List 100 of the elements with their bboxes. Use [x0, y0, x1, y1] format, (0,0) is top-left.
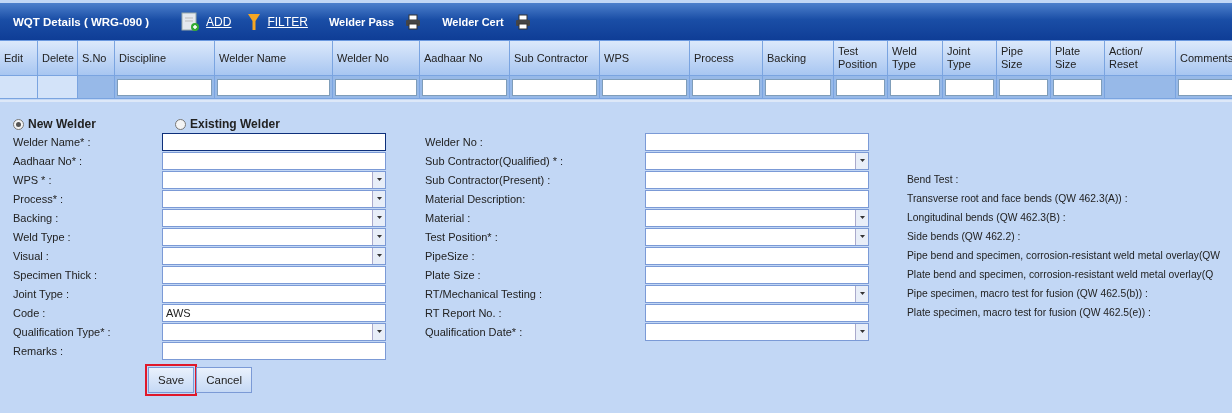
bend-test-label: Pipe specimen, macro test for fusion (QW 462.5(b)) :: [907, 287, 1149, 301]
field-label: Test Position* :: [425, 230, 499, 243]
dropdown[interactable]: [162, 246, 386, 265]
caret-icon[interactable]: [372, 228, 385, 245]
text-field[interactable]: [162, 284, 386, 303]
filter-field[interactable]: [1053, 78, 1102, 96]
report-label: Welder Cert: [442, 15, 504, 28]
caret-icon[interactable]: [855, 152, 868, 169]
bend-test-label: Transverse root and face bends (QW 462.3(A)) :: [907, 192, 1129, 206]
text-field[interactable]: [645, 265, 869, 284]
dropdown[interactable]: [645, 227, 869, 246]
column-header[interactable]: WPS: [600, 41, 690, 76]
dropdown[interactable]: [645, 208, 869, 227]
filter-field[interactable]: [945, 78, 994, 96]
filter-field[interactable]: [836, 78, 885, 96]
field-label: Sub Contractor(Qualified) * :: [425, 154, 565, 167]
caret-icon[interactable]: [855, 285, 868, 302]
printer-icon[interactable]: [405, 13, 422, 30]
column-header[interactable]: Comments: [1176, 41, 1232, 76]
radio-option[interactable]: New Welder: [13, 117, 175, 131]
field-label: Specimen Thick :: [13, 268, 99, 281]
bend-test-label: Pipe bend and specimen, corrosion-resistant weld metal overlay(QW: [907, 249, 1221, 263]
filter-link[interactable]: FILTER: [267, 14, 308, 29]
field-label: Qualification Type* :: [13, 325, 112, 338]
dropdown[interactable]: [162, 208, 386, 227]
dropdown[interactable]: [162, 322, 386, 341]
caret-icon[interactable]: [855, 209, 868, 226]
column-header[interactable]: Discipline: [115, 41, 215, 76]
column-header[interactable]: Plate Size: [1051, 41, 1105, 76]
filter-field[interactable]: [217, 78, 330, 96]
field-label: Joint Type :: [13, 287, 71, 300]
dropdown[interactable]: [645, 151, 869, 170]
field-label: Code :: [13, 306, 47, 319]
caret-icon[interactable]: [855, 228, 868, 245]
field-label: Weld Type :: [13, 230, 72, 243]
caret-icon[interactable]: [372, 190, 385, 207]
column-header[interactable]: Test Position: [834, 41, 888, 76]
text-field[interactable]: [162, 132, 386, 151]
column-header[interactable]: S.No: [78, 41, 115, 76]
caret-icon[interactable]: [372, 323, 385, 340]
bend-test-label: Plate bend and specimen, corrosion-resistant weld metal overlay(Q: [907, 268, 1215, 282]
form-button[interactable]: Save: [148, 367, 195, 393]
filter-field[interactable]: [335, 78, 417, 96]
add-link[interactable]: ADD: [206, 14, 232, 29]
field-label: Aadhaar No* :: [13, 154, 84, 167]
dropdown[interactable]: [162, 170, 386, 189]
column-header[interactable]: Pipe Size: [997, 41, 1051, 76]
field-label: Process* :: [13, 192, 65, 205]
dropdown[interactable]: [162, 227, 386, 246]
field-label: Visual :: [13, 249, 50, 262]
add-document-icon[interactable]: [181, 11, 200, 32]
filter-field[interactable]: [602, 78, 687, 96]
column-header[interactable]: Sub Contractor: [510, 41, 600, 76]
filter-field[interactable]: [692, 78, 760, 96]
filter-field[interactable]: [422, 78, 507, 96]
text-field[interactable]: [645, 132, 869, 151]
caret-icon[interactable]: [372, 247, 385, 264]
column-header[interactable]: Welder No: [333, 41, 420, 76]
column-header[interactable]: Aadhaar No: [420, 41, 510, 76]
report-label: Welder Pass: [328, 15, 395, 28]
field-label: Backing :: [13, 211, 60, 224]
text-field[interactable]: [645, 303, 869, 322]
caret-icon[interactable]: [372, 209, 385, 226]
column-header[interactable]: Weld Type: [888, 41, 943, 76]
bend-test-label: Plate specimen, macro test for fusion (QW 462.5(e)) :: [907, 306, 1152, 320]
filter-field[interactable]: [117, 78, 212, 96]
filter-field[interactable]: [512, 78, 597, 96]
field-label: Material Description:: [425, 192, 527, 205]
page-title: WQT Details ( WRG-090 ): [13, 15, 150, 28]
text-field[interactable]: [162, 151, 386, 170]
field-label: Sub Contractor(Present) :: [425, 173, 552, 186]
caret-icon[interactable]: [372, 171, 385, 188]
dropdown[interactable]: [645, 284, 869, 303]
text-field[interactable]: AWS: [162, 303, 386, 322]
column-header[interactable]: Joint Type: [943, 41, 997, 76]
dropdown[interactable]: [645, 322, 869, 341]
filter-field[interactable]: [999, 78, 1048, 96]
column-header[interactable]: Welder Name: [215, 41, 333, 76]
text-field[interactable]: [645, 189, 869, 208]
dropdown[interactable]: [162, 189, 386, 208]
field-label: Welder No :: [425, 135, 484, 148]
text-field[interactable]: [645, 170, 869, 189]
filter-field[interactable]: [890, 78, 940, 96]
printer-icon[interactable]: [514, 13, 531, 30]
text-field[interactable]: [162, 265, 386, 284]
column-header[interactable]: Action/ Reset: [1105, 41, 1176, 76]
filter-field[interactable]: [765, 78, 831, 96]
column-header[interactable]: Backing: [763, 41, 834, 76]
column-header[interactable]: Delete: [38, 41, 78, 76]
radio-option[interactable]: Existing Welder: [175, 117, 337, 131]
funnel-icon[interactable]: [248, 12, 261, 31]
form-button[interactable]: Cancel: [196, 367, 253, 393]
filter-field[interactable]: [1178, 78, 1232, 96]
text-field[interactable]: [645, 246, 869, 265]
column-header[interactable]: Edit: [0, 41, 38, 76]
text-field[interactable]: [162, 341, 386, 360]
column-header[interactable]: Process: [690, 41, 763, 76]
field-label: RT/Mechanical Testing :: [425, 287, 543, 300]
caret-icon[interactable]: [855, 323, 868, 340]
field-label: Welder Name* :: [13, 135, 92, 148]
